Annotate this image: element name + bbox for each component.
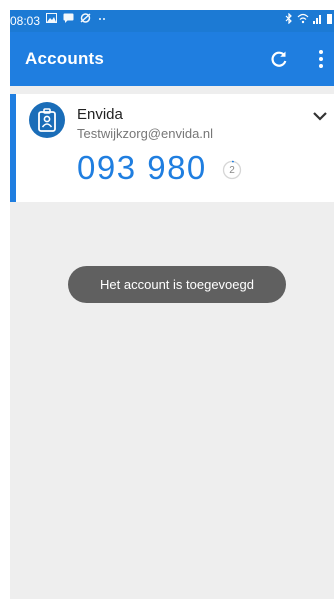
account-avatar <box>29 102 65 138</box>
sync-off-icon <box>80 13 91 26</box>
status-notification-icons <box>46 13 108 26</box>
chevron-down-icon <box>313 112 327 121</box>
verification-code[interactable]: 093 980 <box>77 149 207 187</box>
message-icon <box>63 13 74 26</box>
battery-icon <box>327 13 332 27</box>
more-dots-icon <box>97 13 108 26</box>
status-time: 08:03 <box>10 14 41 28</box>
refresh-button[interactable] <box>264 44 294 74</box>
account-card[interactable]: Envida Testwijkzorg@envida.nl 093 980 2 <box>10 94 334 202</box>
toast-message: Het account is toegevoegd <box>68 266 286 303</box>
refresh-icon <box>271 51 287 67</box>
overflow-menu-icon <box>319 50 323 68</box>
code-countdown: 2 <box>222 160 242 180</box>
countdown-seconds: 2 <box>229 164 235 176</box>
page-title: Accounts <box>25 49 105 68</box>
app-bar: Accounts <box>10 32 334 86</box>
id-badge-icon <box>38 108 56 132</box>
account-email: Testwijkzorg@envida.nl <box>77 126 214 141</box>
status-bar: 08:03 <box>10 10 334 32</box>
bluetooth-icon <box>285 12 293 27</box>
status-system-icons <box>285 12 332 27</box>
signal-icon <box>313 13 323 27</box>
wifi-icon <box>297 13 309 27</box>
expand-account-button[interactable] <box>308 106 332 126</box>
image-icon <box>46 13 57 26</box>
overflow-menu-button[interactable] <box>310 44 332 74</box>
account-name: Envida <box>77 106 123 123</box>
toast-text: Het account is toegevoegd <box>100 277 254 292</box>
app-screen: 08:03 Accounts Envida Testwijkzorg@envid… <box>10 10 334 599</box>
